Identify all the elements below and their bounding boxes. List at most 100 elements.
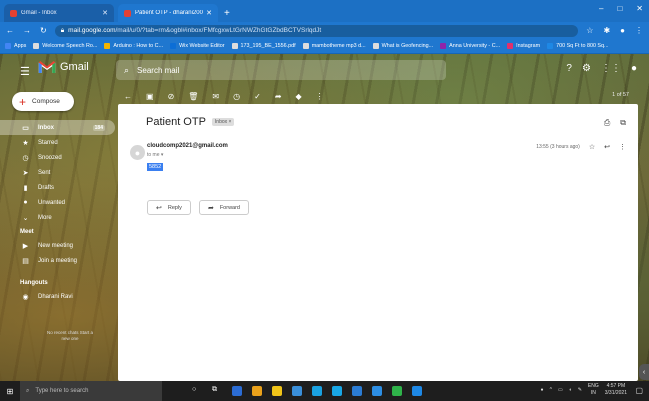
sidebar-item-sent[interactable]: ➤ Sent [0, 165, 115, 180]
app-icon[interactable] [252, 386, 262, 396]
account-avatar-icon[interactable]: ● [631, 63, 637, 74]
sidebar-item-snoozed[interactable]: ◷ Snoozed [0, 150, 115, 165]
recipient-details[interactable]: to me ▾ [147, 152, 163, 158]
report-spam-icon[interactable]: ⊘ [168, 92, 175, 101]
profile-icon[interactable]: ● [620, 26, 625, 35]
browser-tab-gmail[interactable]: Gmail - Inbox ✕ [4, 4, 114, 22]
language-indicator[interactable]: ENG IN [588, 383, 599, 397]
bookmark-item[interactable]: Welcome Speech Ro... [33, 43, 97, 49]
bookmarks-bar: Apps Welcome Speech Ro... Arduino : How … [0, 39, 649, 54]
close-tab-icon[interactable]: ✕ [102, 9, 108, 17]
bookmark-item[interactable]: Wix Website Editor [170, 43, 225, 49]
app-icon[interactable] [372, 386, 382, 396]
main-menu-icon[interactable]: ☰ [20, 65, 30, 78]
pen-icon[interactable]: ✎ [578, 387, 582, 393]
anna-university-icon [440, 43, 447, 49]
chevron-up-icon[interactable]: ^ [550, 387, 552, 393]
side-panel-toggle-icon[interactable]: ‹ [639, 364, 649, 380]
bookmark-item[interactable]: 173_195_BE_1556.pdf [231, 43, 296, 49]
bookmark-apps[interactable]: Apps [5, 43, 26, 49]
sidebar-item-starred[interactable]: ★ Starred [0, 135, 115, 150]
open-new-window-icon[interactable]: ⧉ [620, 118, 626, 128]
search-bar[interactable]: ⌕ Search mail [116, 60, 446, 80]
inbox-label-chip[interactable]: Inbox × [211, 118, 235, 126]
notifications-icon[interactable]: ▢ [635, 386, 643, 395]
snooze-icon[interactable]: ◷ [233, 92, 240, 101]
app-icon[interactable] [332, 386, 342, 396]
app-icon[interactable] [232, 386, 242, 396]
sidebar-item-inbox[interactable]: ▭ Inbox 184 [0, 120, 115, 135]
system-tray: ● ^ ▭ ◖ ✎ ENG IN 4:57 PM 3/31/2021 [541, 383, 627, 397]
bookmark-item[interactable]: What is Geofencing... [372, 43, 433, 49]
labels-icon[interactable]: ◆ [296, 92, 302, 101]
compose-button[interactable]: + Compose [12, 92, 74, 111]
archive-icon[interactable]: ▣ [146, 92, 154, 101]
browser-tab-patient-otp[interactable]: Patient OTP - dharani2000@g... ✕ [118, 4, 218, 22]
add-to-tasks-icon[interactable]: ✓ [254, 92, 261, 101]
star-icon[interactable]: ☆ [589, 143, 595, 151]
forward-icon[interactable]: → [23, 26, 31, 35]
url-field[interactable]: 🔒︎ mail.google.com /mail/u/0/?tab=rm&ogb… [54, 24, 579, 37]
bookmark-item[interactable]: Anna University - C... [440, 43, 500, 49]
bookmark-star-icon[interactable]: ☆ [586, 26, 593, 35]
hangouts-user[interactable]: ◉ Dharani Ravi [20, 293, 72, 301]
bookmark-item[interactable]: Arduino : How to C... [104, 43, 163, 49]
search-input[interactable]: Search mail [137, 66, 179, 75]
chrome-tray-icon[interactable]: ● [541, 387, 544, 393]
tab-title: Gmail - Inbox [21, 10, 57, 16]
search-icon[interactable]: ⌕ [124, 65, 129, 76]
forward-button[interactable]: ➦ Forward [198, 200, 249, 215]
file-explorer-icon[interactable] [272, 386, 282, 396]
menu-icon[interactable]: ⋮ [635, 26, 643, 35]
bookmark-item[interactable]: mambotheme mp3 d... [302, 43, 366, 49]
more-actions-icon[interactable]: ⋮ [316, 92, 324, 101]
join-meeting-button[interactable]: ▤ Join a meeting [20, 257, 77, 265]
mark-unread-icon[interactable]: ✉ [212, 92, 219, 101]
edge-icon[interactable] [312, 386, 322, 396]
sidebar-item-unwanted[interactable]: ● Unwanted [0, 195, 115, 210]
task-view-icon[interactable]: ⧉ [212, 386, 222, 396]
tab-strip: Gmail - Inbox ✕ Patient OTP - dharani200… [0, 0, 649, 22]
clock[interactable]: 4:57 PM 3/31/2021 [605, 383, 627, 397]
more-icon[interactable]: ⋮ [619, 143, 626, 151]
vscode-icon[interactable] [412, 386, 422, 396]
support-icon[interactable]: ? [566, 63, 572, 74]
bookmark-label: Apps [14, 43, 27, 49]
cortana-icon[interactable]: ○ [192, 386, 202, 396]
back-to-inbox-icon[interactable]: ← [124, 92, 132, 101]
delete-icon[interactable]: 🗑︎ [188, 92, 198, 101]
move-to-icon[interactable]: ➦ [275, 92, 282, 101]
store-icon[interactable] [352, 386, 362, 396]
new-meeting-button[interactable]: ▶ New meeting [20, 242, 73, 250]
sidebar-item-more[interactable]: ⌄ More [0, 210, 115, 225]
bookmark-item[interactable]: 700 Sq Ft to 800 Sq... [547, 43, 609, 49]
minimize-button[interactable]: – [599, 4, 603, 13]
battery-icon[interactable]: ▭ [558, 387, 563, 393]
app-icon[interactable] [392, 386, 402, 396]
reply-button[interactable]: ↩ Reply [147, 200, 191, 215]
gmail-logo[interactable]: Gmail [38, 60, 89, 74]
close-window-button[interactable]: ✕ [636, 4, 643, 13]
bookmark-item[interactable]: Instagram [507, 43, 540, 49]
taskbar-search-input[interactable]: Type here to search [35, 388, 88, 394]
sender-email[interactable]: cloudcomp2021@gmail.com [147, 143, 228, 149]
windows-start-icon[interactable]: ⊞ [0, 387, 20, 396]
volume-icon[interactable]: ◖ [569, 387, 572, 393]
settings-gear-icon[interactable]: ⚙ [582, 63, 591, 74]
new-tab-button[interactable]: + [224, 8, 230, 19]
print-icon[interactable]: ⎙ [604, 118, 610, 128]
google-apps-icon[interactable]: ⋮⋮ [601, 63, 621, 74]
reply-label: Reply [167, 204, 182, 211]
app-icon[interactable] [292, 386, 302, 396]
extensions-icon[interactable]: ✱ [603, 26, 610, 35]
reply-icon: ↩ [156, 204, 162, 212]
back-icon[interactable]: ← [6, 26, 14, 35]
maximize-button[interactable]: □ [617, 4, 622, 13]
sidebar-item-drafts[interactable]: ▮ Drafts [0, 180, 115, 195]
hangouts-heading: Hangouts [20, 280, 48, 286]
otp-body-selected: 5852 [147, 163, 164, 171]
reload-icon[interactable]: ↻ [40, 26, 47, 35]
taskbar-search[interactable]: ⌕ Type here to search [20, 381, 162, 401]
close-tab-icon[interactable]: ✕ [206, 9, 212, 17]
reply-icon[interactable]: ↩ [604, 143, 610, 151]
